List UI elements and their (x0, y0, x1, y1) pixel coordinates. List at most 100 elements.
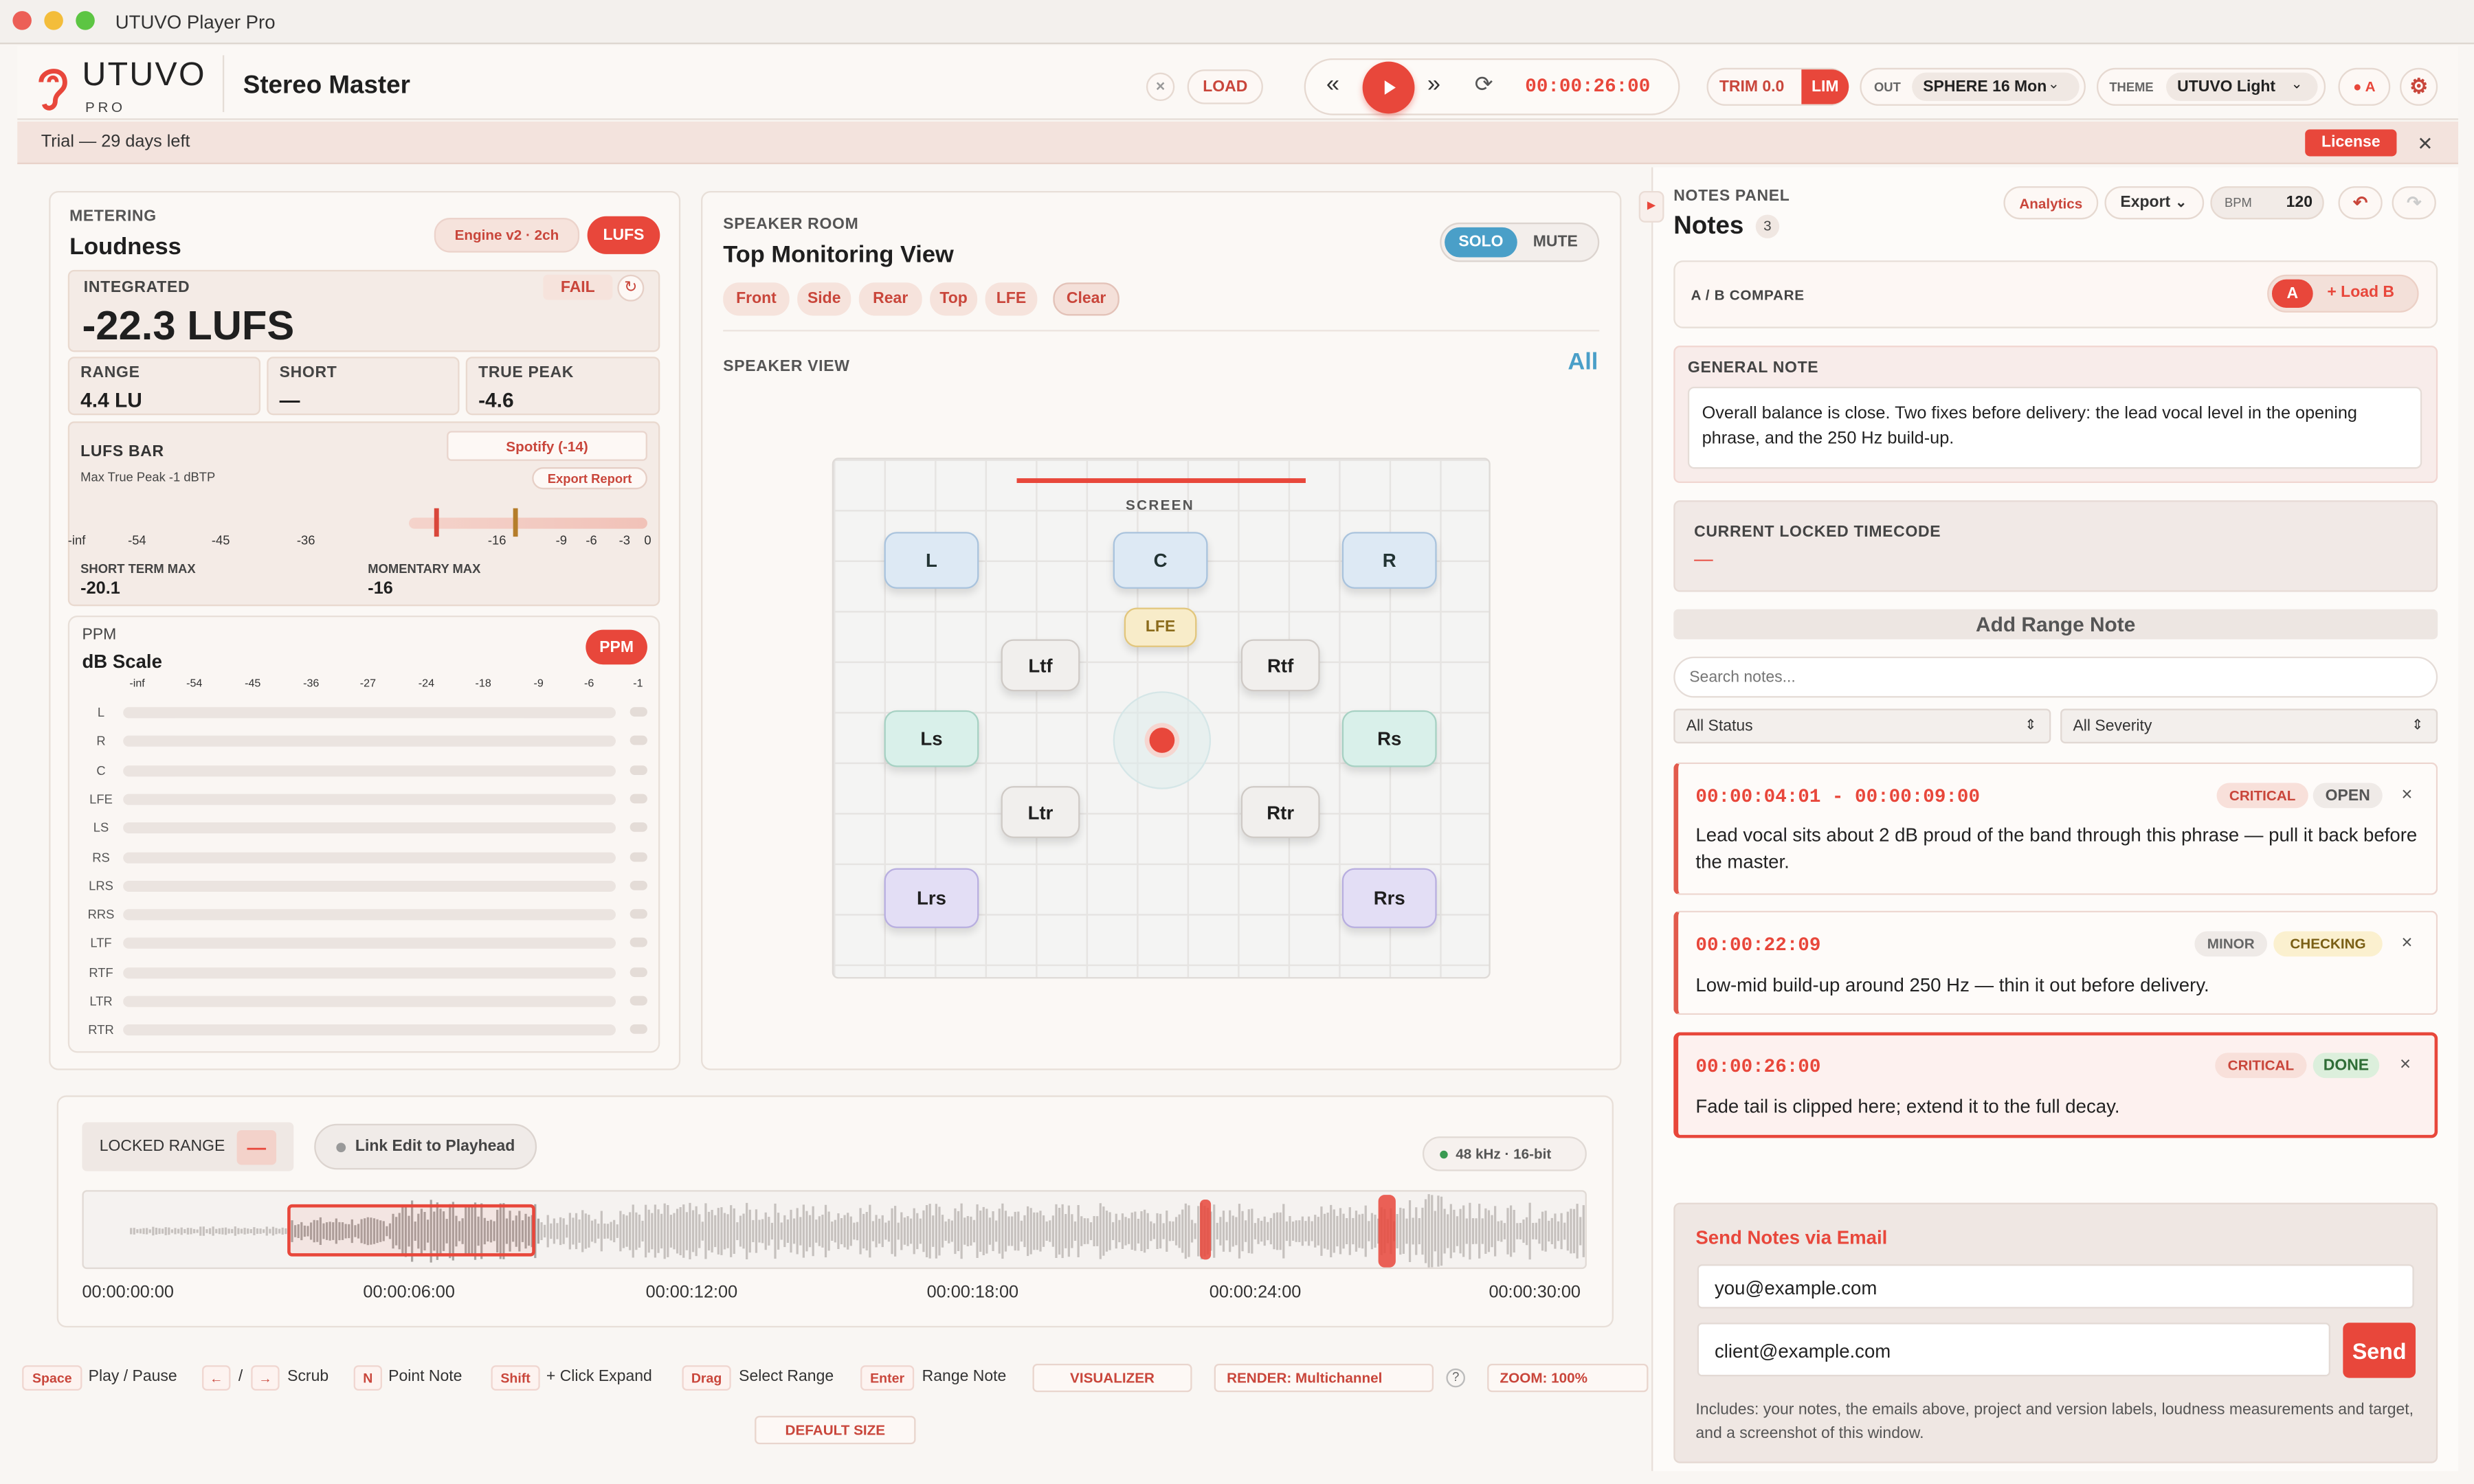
gear-icon[interactable]: ⚙ (2400, 67, 2438, 106)
rewind-icon[interactable]: « (1326, 71, 1339, 98)
note-item[interactable]: 00:00:22:09 MINOR CHECKING × Low-mid bui… (1673, 910, 2438, 1015)
key-drag: Drag (682, 1365, 731, 1391)
ab-indicator[interactable]: ● A (2338, 67, 2391, 106)
locked-range-button[interactable]: — (236, 1129, 277, 1165)
load-b-button[interactable]: + Load B (2327, 284, 2394, 302)
playhead[interactable] (1378, 1195, 1396, 1268)
short-term-max-value: -20.1 (80, 579, 120, 598)
load-button[interactable]: LOAD (1187, 69, 1263, 104)
delete-note-icon[interactable]: × (2401, 783, 2412, 805)
redo-icon[interactable]: ↷ (2392, 186, 2436, 220)
limiter-button[interactable]: LIM (1801, 69, 1849, 104)
filter-side[interactable]: Side (797, 282, 851, 316)
ppm-channel-meter (123, 880, 616, 892)
search-notes-input[interactable] (1673, 656, 2438, 698)
true-peak-value: -4.6 (478, 388, 514, 412)
maximize-window-button[interactable] (76, 11, 95, 30)
filter-rear[interactable]: Rear (858, 282, 922, 316)
ppm-button[interactable]: PPM (586, 629, 647, 665)
export-report-button[interactable]: Export Report (532, 467, 647, 490)
status-filter-select[interactable]: All Status ⇕ (1673, 708, 2051, 744)
speaker-c[interactable]: C (1113, 532, 1208, 589)
key-shift: Shift (491, 1365, 540, 1391)
ab-a-button[interactable]: A (2271, 279, 2313, 308)
export-menu-button[interactable]: Export ⌄ (2104, 186, 2205, 220)
timeline-tick: 00:00:30:00 (1489, 1283, 1581, 1303)
point-marker[interactable] (1200, 1200, 1212, 1260)
state-badge[interactable]: OPEN (2313, 783, 2383, 809)
ppm-channel-label: C (96, 763, 106, 778)
recipient-email-input[interactable]: client@example.com (1697, 1323, 2330, 1377)
default-size-button[interactable]: DEFAULT SIZE (755, 1415, 916, 1445)
analytics-button[interactable]: Analytics (2003, 186, 2099, 220)
true-peak-label: TRUE PEAK (478, 364, 575, 382)
delete-note-icon[interactable]: × (2401, 931, 2412, 953)
delete-note-icon[interactable]: × (2400, 1053, 2411, 1075)
target-selector[interactable]: Spotify (-14) (447, 431, 647, 461)
ab-compare-label: A / B COMPARE (1691, 287, 1805, 304)
note-item[interactable]: 00:00:04:01 - 00:00:09:00 CRITICAL OPEN … (1673, 762, 2438, 895)
engine-badge[interactable]: Engine v2 · 2ch (434, 218, 580, 253)
severity-filter-select[interactable]: All Severity ⇕ (2060, 708, 2438, 744)
speaker-ls[interactable]: Ls (884, 710, 979, 767)
close-project-button[interactable]: × (1146, 72, 1175, 102)
lufs-scale-tick: -45 (211, 533, 230, 548)
notes-count-badge: 3 (1755, 214, 1780, 238)
speaker-ltf[interactable]: Ltf (1001, 639, 1080, 692)
help-icon[interactable]: ? (1446, 1368, 1465, 1388)
timeline-tick: 00:00:06:00 (363, 1283, 455, 1303)
all-speakers-link[interactable]: All (1568, 349, 1598, 376)
sender-email-input[interactable]: you@example.com (1697, 1264, 2414, 1309)
loop-icon[interactable]: ⟳ (1475, 71, 1493, 98)
undo-icon[interactable]: ↶ (2338, 186, 2383, 220)
mute-button[interactable]: MUTE (1533, 234, 1578, 251)
speaker-ltr[interactable]: Ltr (1001, 786, 1080, 838)
collapse-panel-icon[interactable]: ▶ (1638, 190, 1664, 223)
minimize-window-button[interactable] (44, 11, 63, 30)
locked-timecode-label: CURRENT LOCKED TIMECODE (1694, 524, 1941, 542)
link-edit-button[interactable]: Link Edit to Playhead (314, 1123, 537, 1170)
note-item-selected[interactable]: 00:00:26:00 CRITICAL DONE × Fade tail is… (1673, 1032, 2438, 1138)
visualizer-button[interactable]: VISUALIZER (1032, 1363, 1192, 1393)
license-button[interactable]: License (2305, 129, 2397, 157)
add-range-note-button[interactable]: Add Range Note (1673, 609, 2438, 640)
speaker-rs[interactable]: Rs (1341, 710, 1437, 767)
bpm-control[interactable]: BPM 120 (2210, 186, 2324, 220)
speaker-l[interactable]: L (884, 532, 979, 589)
ppm-channel-label: L (97, 705, 105, 720)
format-label: 48 kHz · 16-bit (1456, 1145, 1552, 1162)
fast-forward-icon[interactable]: » (1427, 71, 1440, 98)
speaker-rtf[interactable]: Rtf (1240, 639, 1320, 692)
filter-top[interactable]: Top (930, 282, 978, 316)
speaker-lrs[interactable]: Lrs (884, 868, 979, 928)
brand-name: UTUVO (82, 56, 206, 93)
state-badge[interactable]: DONE (2313, 1053, 2380, 1079)
range-selection[interactable] (287, 1204, 535, 1257)
listener-position[interactable] (1149, 728, 1175, 753)
ppm-channel-peak (629, 765, 647, 775)
ppm-channel-meter (123, 765, 616, 776)
close-window-button[interactable] (12, 11, 32, 30)
window-title: UTUVO Player Pro (115, 11, 276, 34)
reset-icon[interactable]: ↻ (617, 274, 645, 302)
general-note-textarea[interactable]: Overall balance is close. Two fixes befo… (1687, 386, 2422, 469)
play-button[interactable] (1362, 61, 1415, 114)
lufs-scale-tick: -36 (296, 533, 315, 548)
solo-button[interactable]: SOLO (1445, 227, 1517, 258)
send-email-button[interactable]: Send (2343, 1323, 2416, 1378)
render-selector[interactable]: RENDER: Multichannel (1214, 1363, 1434, 1393)
speaker-rrs[interactable]: Rrs (1341, 868, 1437, 928)
zoom-selector[interactable]: ZOOM: 100% (1487, 1363, 1649, 1393)
lufs-button[interactable]: LUFS (587, 216, 660, 254)
speaker-lfe[interactable]: LFE (1124, 607, 1197, 647)
speaker-rtr[interactable]: Rtr (1240, 786, 1320, 838)
close-trial-icon[interactable]: ✕ (2417, 133, 2433, 155)
filter-clear[interactable]: Clear (1053, 282, 1119, 316)
speaker-r[interactable]: R (1341, 532, 1437, 589)
filter-front[interactable]: Front (723, 282, 790, 316)
filter-lfe[interactable]: LFE (985, 282, 1038, 316)
note-timecode: 00:00:26:00 (1695, 1055, 1821, 1079)
output-label: OUT (1874, 80, 1901, 94)
state-badge[interactable]: CHECKING (2273, 931, 2383, 957)
ppm-channel-label: LTF (90, 936, 112, 951)
